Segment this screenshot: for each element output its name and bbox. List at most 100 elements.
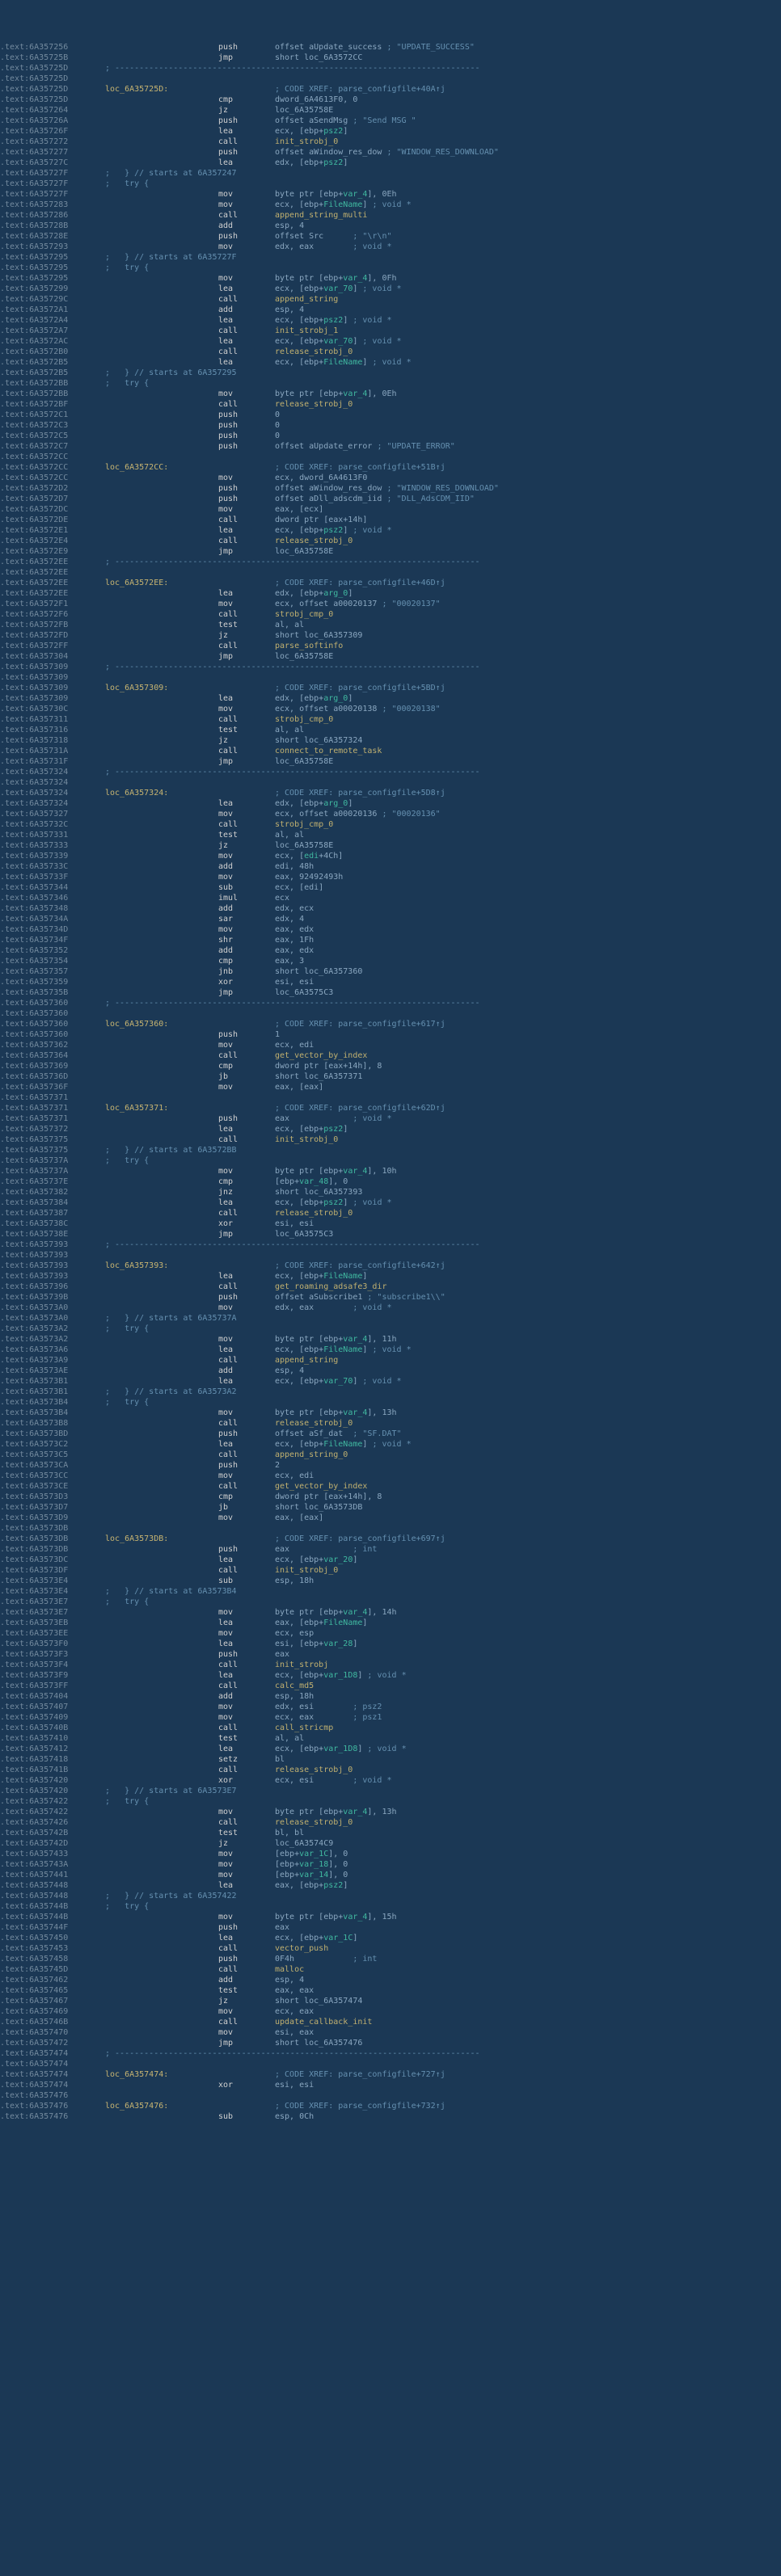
- operands[interactable]: eax, edx: [275, 924, 781, 935]
- operands[interactable]: init_strobj: [275, 1660, 781, 1670]
- operands[interactable]: esp, 4: [275, 1975, 781, 1985]
- operands[interactable]: eax, [eax]: [275, 1082, 781, 1092]
- xref[interactable]: ; CODE XREF: parse_configfile+46D↑j: [275, 578, 445, 588]
- operands[interactable]: 0: [275, 431, 781, 441]
- operands[interactable]: short loc_6A357360: [275, 966, 781, 977]
- operands[interactable]: byte ptr [ebp+var_4], 15h: [275, 1912, 781, 1922]
- operands[interactable]: byte ptr [ebp+var_4], 13h: [275, 1807, 781, 1817]
- operands[interactable]: loc_6A35758E: [275, 105, 781, 116]
- xref[interactable]: ; CODE XREF: parse_configfile+5BD↑j: [275, 683, 445, 693]
- operands[interactable]: ecx, [ebp+psz2] ; void *: [275, 1198, 781, 1208]
- operands[interactable]: esp, 18h: [275, 1576, 781, 1586]
- xref[interactable]: ; CODE XREF: parse_configfile+732↑j: [275, 2101, 445, 2111]
- operands[interactable]: malloc: [275, 1964, 781, 1975]
- operands[interactable]: get_roaming_adsafe3_dir: [275, 1282, 781, 1292]
- operands[interactable]: release_strobj_0: [275, 347, 781, 357]
- operands[interactable]: release_strobj_0: [275, 536, 781, 546]
- operands[interactable]: [ebp+var_1C], 0: [275, 1849, 781, 1859]
- label[interactable]: loc_6A357474:: [105, 2069, 218, 2080]
- operands[interactable]: strobj_cmp_0: [275, 714, 781, 725]
- operands[interactable]: ecx, edi: [275, 1040, 781, 1050]
- operands[interactable]: parse_softinfo: [275, 641, 781, 651]
- operands[interactable]: release_strobj_0: [275, 1208, 781, 1219]
- operands[interactable]: calc_md5: [275, 1681, 781, 1691]
- label[interactable]: loc_6A357393:: [105, 1261, 218, 1271]
- operands[interactable]: ecx, [ebp+var_1C]: [275, 1933, 781, 1943]
- operands[interactable]: loc_6A35758E: [275, 546, 781, 557]
- operands[interactable]: esp, 0Ch: [275, 2111, 781, 2122]
- operands[interactable]: eax, [ebp+FileName]: [275, 1618, 781, 1628]
- operands[interactable]: ecx, [ebp+psz2]: [275, 1124, 781, 1134]
- operands[interactable]: update_callback_init: [275, 2017, 781, 2027]
- label[interactable]: loc_6A35725D:: [105, 84, 218, 95]
- operands[interactable]: short loc_6A357309: [275, 630, 781, 641]
- operands[interactable]: eax, 92492493h: [275, 872, 781, 882]
- operands[interactable]: ecx, offset a00020136 ; "00020136": [275, 809, 781, 819]
- operands[interactable]: eax, 3: [275, 956, 781, 966]
- label[interactable]: loc_6A3572EE:: [105, 578, 218, 588]
- operands[interactable]: release_strobj_0: [275, 1765, 781, 1775]
- operands[interactable]: byte ptr [ebp+var_4], 10h: [275, 1166, 781, 1176]
- operands[interactable]: esi, eax: [275, 2027, 781, 2038]
- operands[interactable]: eax, edx: [275, 945, 781, 956]
- operands[interactable]: strobj_cmp_0: [275, 819, 781, 830]
- operands[interactable]: ecx, [ebp+var_70] ; void *: [275, 1376, 781, 1387]
- operands[interactable]: ecx, [edi]: [275, 882, 781, 893]
- operands[interactable]: dword ptr [eax+14h], 8: [275, 1061, 781, 1071]
- operands[interactable]: al, al: [275, 1733, 781, 1744]
- operands[interactable]: 0: [275, 410, 781, 420]
- operands[interactable]: dword ptr [eax+14h]: [275, 515, 781, 525]
- operands[interactable]: strobj_cmp_0: [275, 609, 781, 620]
- operands[interactable]: ecx, [edi+4Ch]: [275, 851, 781, 861]
- operands[interactable]: ecx, esi ; void *: [275, 1775, 781, 1786]
- operands[interactable]: byte ptr [ebp+var_4], 0Eh: [275, 389, 781, 399]
- operands[interactable]: [ebp+var_48], 0: [275, 1176, 781, 1187]
- operands[interactable]: ecx, [ebp+FileName] ; void *: [275, 1345, 781, 1355]
- operands[interactable]: eax, 1Fh: [275, 935, 781, 945]
- operands[interactable]: [ebp+var_18], 0: [275, 1859, 781, 1870]
- operands[interactable]: edi, 48h: [275, 861, 781, 872]
- operands[interactable]: al, al: [275, 725, 781, 735]
- xref[interactable]: ; CODE XREF: parse_configfile+697↑j: [275, 1534, 445, 1544]
- operands[interactable]: loc_6A3575C3: [275, 1229, 781, 1240]
- operands[interactable]: eax: [275, 1922, 781, 1933]
- operands[interactable]: ecx, [ebp+var_20]: [275, 1555, 781, 1565]
- operands[interactable]: edx, eax ; void *: [275, 1303, 781, 1313]
- operands[interactable]: connect_to_remote_task: [275, 746, 781, 756]
- operands[interactable]: ecx, [ebp+FileName]: [275, 1271, 781, 1282]
- operands[interactable]: eax, [eax]: [275, 1513, 781, 1523]
- operands[interactable]: ecx, offset a00020137 ; "00020137": [275, 599, 781, 609]
- operands[interactable]: release_strobj_0: [275, 1418, 781, 1429]
- operands[interactable]: ecx, [ebp+FileName] ; void *: [275, 1439, 781, 1450]
- operands[interactable]: offset aWindow_res_dow ; "WINDOW_RES_DOW…: [275, 147, 781, 158]
- operands[interactable]: byte ptr [ebp+var_4], 14h: [275, 1607, 781, 1618]
- operands[interactable]: loc_6A35758E: [275, 756, 781, 767]
- operands[interactable]: eax ; void *: [275, 1113, 781, 1124]
- label[interactable]: loc_6A357476:: [105, 2101, 218, 2111]
- operands[interactable]: byte ptr [ebp+var_4], 13h: [275, 1408, 781, 1418]
- operands[interactable]: loc_6A35758E: [275, 651, 781, 662]
- operands[interactable]: ecx, [ebp+var_70] ; void *: [275, 336, 781, 347]
- xref[interactable]: ; CODE XREF: parse_configfile+617↑j: [275, 1019, 445, 1029]
- operands[interactable]: offset aSubscribe1 ; "subscribe1\\": [275, 1292, 781, 1303]
- operands[interactable]: offset Src ; "\r\n": [275, 231, 781, 242]
- operands[interactable]: short loc_6A357324: [275, 735, 781, 746]
- label[interactable]: loc_6A357360:: [105, 1019, 218, 1029]
- operands[interactable]: ecx, [ebp+var_1D8] ; void *: [275, 1744, 781, 1754]
- operands[interactable]: init_strobj_0: [275, 1134, 781, 1145]
- operands[interactable]: esp, 4: [275, 1366, 781, 1376]
- operands[interactable]: ecx, [ebp+var_70] ; void *: [275, 284, 781, 294]
- operands[interactable]: ecx, edi: [275, 1471, 781, 1481]
- operands[interactable]: ecx, [ebp+psz2] ; void *: [275, 315, 781, 326]
- operands[interactable]: byte ptr [ebp+var_4], 0Eh: [275, 189, 781, 200]
- xref[interactable]: ; CODE XREF: parse_configfile+727↑j: [275, 2069, 445, 2080]
- operands[interactable]: ecx, eax ; psz1: [275, 1712, 781, 1723]
- operands[interactable]: edx, [ebp+arg_0]: [275, 798, 781, 809]
- operands[interactable]: offset aDll_adscdm_iid ; "DLL_AdsCDM_IID…: [275, 494, 781, 504]
- operands[interactable]: ecx, [ebp+psz2] ; void *: [275, 525, 781, 536]
- operands[interactable]: short loc_6A357474: [275, 1996, 781, 2006]
- operands[interactable]: short loc_6A3572CC: [275, 53, 781, 63]
- operands[interactable]: ecx, dword_6A4613F0: [275, 473, 781, 483]
- operands[interactable]: eax: [275, 1649, 781, 1660]
- operands[interactable]: append_string: [275, 294, 781, 305]
